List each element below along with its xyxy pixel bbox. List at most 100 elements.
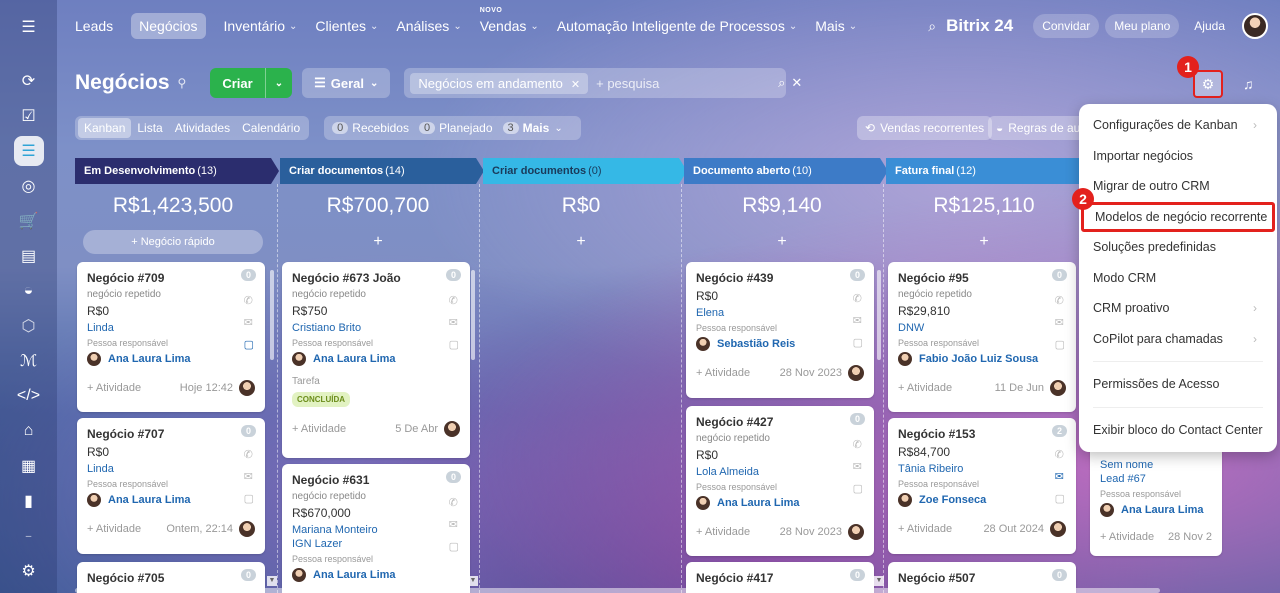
scroll-down-arrow[interactable]: ▼ bbox=[874, 576, 884, 586]
deal-card-707[interactable]: Negócio #707 0 ✆ ✉ ▢ R$0 Linda Pessoa resp… bbox=[77, 418, 265, 554]
column-scrollbar[interactable] bbox=[270, 270, 274, 360]
lead-card-67[interactable]: Sem nome Lead #67 Pessoa responsável Ana… bbox=[1090, 450, 1222, 556]
deal-card-631[interactable]: Negócio #631 0 ✆ ✉ ▢ negócio repetido R$67… bbox=[282, 464, 470, 593]
mail-icon[interactable]: ✉ bbox=[449, 312, 459, 334]
company-link[interactable]: IGN Lazer bbox=[292, 538, 460, 550]
menu-item-crm-mode[interactable]: Modo CRM bbox=[1079, 263, 1277, 294]
quick-deal-button[interactable]: + Negócio rápido bbox=[83, 230, 263, 254]
nav-sales[interactable]: NOVO Vendas ⌄ bbox=[480, 7, 539, 34]
add-activity-button[interactable]: + Atividade bbox=[1100, 531, 1154, 543]
responsible-person[interactable]: Sebastião Reis bbox=[696, 337, 864, 351]
chart-icon[interactable]: ▮ bbox=[14, 486, 44, 516]
crm-icon[interactable]: ⟳ bbox=[14, 66, 44, 96]
nav-deals[interactable]: Negócios bbox=[131, 13, 206, 39]
contact-link[interactable]: Mariana Monteiro bbox=[292, 524, 460, 536]
stats-icon[interactable]: ℳ bbox=[14, 346, 44, 376]
deal-card-439[interactable]: Negócio #439 0 ✆ ✉ ▢ R$0 Elena Pessoa resp… bbox=[686, 262, 874, 398]
chat-icon[interactable]: ▢ bbox=[1055, 334, 1065, 356]
settings-icon[interactable]: ⚙ bbox=[14, 556, 44, 586]
filter-tag[interactable]: Negócios em andamento ✕ bbox=[410, 72, 589, 94]
deal-card-95[interactable]: Negócio #95 0 ✆ ✉ ▢ negócio repetido R$29,… bbox=[888, 262, 1076, 412]
search-icon[interactable]: ⌕ bbox=[928, 18, 936, 35]
recurring-sales-button[interactable]: ⟲ Vendas recorrentes bbox=[857, 116, 993, 140]
responsible-person[interactable]: Ana Laura Lima bbox=[292, 568, 460, 582]
clear-icon[interactable]: ✕ bbox=[791, 75, 802, 91]
contact-link[interactable]: Linda bbox=[87, 463, 255, 475]
automation-rules-button[interactable]: ◒Regras de automação bbox=[988, 116, 1088, 140]
pin-icon[interactable]: ⚲ bbox=[178, 76, 187, 90]
nav-clients[interactable]: Clientes ⌄ bbox=[315, 18, 378, 34]
chat-icon[interactable]: ▢ bbox=[244, 488, 254, 510]
column-header[interactable]: Fatura final (12) bbox=[886, 158, 1090, 184]
add-activity-button[interactable]: + Atividade bbox=[898, 523, 952, 535]
responsible-person[interactable]: Ana Laura Lima bbox=[1100, 503, 1212, 517]
column-header[interactable]: Criar documentos (0) bbox=[483, 158, 687, 184]
lead-link[interactable]: Lead #67 bbox=[1100, 473, 1212, 485]
contact-card-icon[interactable]: ▤ bbox=[14, 241, 44, 271]
phone-icon[interactable]: ✆ bbox=[449, 492, 459, 514]
phone-icon[interactable]: ✆ bbox=[244, 290, 254, 312]
menu-item-access-permissions[interactable]: Permissões de Acesso bbox=[1079, 369, 1277, 400]
chat-icon[interactable]: ▢ bbox=[449, 536, 459, 558]
phone-icon[interactable]: ✆ bbox=[1055, 444, 1065, 466]
phone-icon[interactable]: ✆ bbox=[853, 288, 863, 310]
menu-item-migrate-crm[interactable]: Migrar de outro CRM bbox=[1079, 171, 1277, 202]
nav-automation[interactable]: Automação Inteligente de Processos ⌄ bbox=[557, 18, 797, 34]
code-icon[interactable]: </> bbox=[14, 381, 44, 411]
help-button[interactable]: Ajuda bbox=[1185, 14, 1234, 38]
phone-icon[interactable]: ✆ bbox=[1055, 290, 1065, 312]
menu-item-kanban-settings[interactable]: Configurações de Kanban › bbox=[1079, 110, 1277, 141]
add-deal-button[interactable]: + bbox=[288, 230, 468, 254]
horizontal-scrollbar[interactable] bbox=[75, 588, 1160, 593]
column-scrollbar[interactable] bbox=[877, 270, 881, 360]
mail-icon[interactable]: ✉ bbox=[853, 456, 863, 478]
bell-icon[interactable]: ♫ bbox=[1243, 76, 1254, 92]
menu-item-import-deals[interactable]: Importar negócios bbox=[1079, 141, 1277, 172]
company-link[interactable]: DNW bbox=[898, 322, 1066, 334]
view-kanban[interactable]: Kanban bbox=[78, 118, 132, 138]
mail-icon[interactable]: ✉ bbox=[1055, 466, 1065, 488]
responsible-person[interactable]: Ana Laura Lima bbox=[696, 496, 864, 510]
counter-more[interactable]: 3 Mais ⌄ bbox=[502, 121, 563, 135]
add-activity-button[interactable]: + Atividade bbox=[87, 523, 141, 535]
search-input[interactable] bbox=[596, 75, 773, 91]
create-button[interactable]: Criar ⌄ bbox=[210, 68, 293, 98]
funnel-icon[interactable]: ☰ bbox=[13, 136, 44, 166]
add-deal-button[interactable]: + bbox=[491, 230, 671, 254]
chat-icon[interactable]: ▢ bbox=[449, 334, 459, 356]
scroll-down-arrow[interactable]: ▼ bbox=[267, 576, 277, 586]
menu-item-copilot-calls[interactable]: CoPilot para chamadas › bbox=[1079, 324, 1277, 355]
add-deal-button[interactable]: + bbox=[692, 230, 872, 254]
add-activity-button[interactable]: + Atividade bbox=[292, 423, 346, 435]
view-list[interactable]: Lista bbox=[131, 118, 168, 138]
counter-planned[interactable]: 0 Planejado bbox=[418, 121, 493, 135]
mail-icon[interactable]: ✉ bbox=[244, 312, 254, 334]
menu-icon[interactable]: ☰ bbox=[14, 12, 44, 42]
robot-icon[interactable]: ◒ bbox=[14, 276, 44, 306]
responsible-person[interactable]: Ana Laura Lima bbox=[87, 352, 255, 366]
target-icon[interactable]: ◎ bbox=[14, 171, 44, 201]
chat-icon[interactable]: ▢ bbox=[1055, 488, 1065, 510]
contact-link[interactable]: Tânia Ribeiro bbox=[898, 463, 1066, 475]
menu-item-predefined-solutions[interactable]: Soluções predefinidas bbox=[1079, 232, 1277, 263]
contact-link[interactable]: Lola Almeida bbox=[696, 466, 864, 478]
cart-icon[interactable]: 🛒 bbox=[14, 206, 44, 236]
deal-card-153[interactable]: Negócio #153 2 ✆ ✉ ▢ R$84,700 Tânia Ribeir… bbox=[888, 418, 1076, 554]
view-calendar[interactable]: Calendário bbox=[236, 118, 306, 138]
responsible-person[interactable]: Ana Laura Lima bbox=[87, 493, 255, 507]
invite-button[interactable]: Convidar bbox=[1033, 14, 1100, 38]
deal-card-427[interactable]: Negócio #427 0 ✆ ✉ ▢ negócio repetido R$0 … bbox=[686, 406, 874, 556]
add-activity-button[interactable]: + Atividade bbox=[696, 526, 750, 538]
phone-icon[interactable]: ✆ bbox=[449, 290, 459, 312]
menu-item-contact-center-block[interactable]: Exibir bloco do Contact Center bbox=[1079, 415, 1277, 446]
nav-more[interactable]: Mais ⌄ bbox=[815, 18, 857, 34]
phone-icon[interactable]: ✆ bbox=[244, 444, 254, 466]
responsible-person[interactable]: Ana Laura Lima bbox=[292, 352, 460, 366]
contact-link[interactable]: Elena bbox=[696, 307, 864, 319]
chat-icon[interactable]: ▢ bbox=[244, 334, 254, 356]
chat-icon[interactable]: ▢ bbox=[853, 478, 863, 500]
mail-icon[interactable]: ✉ bbox=[853, 310, 863, 332]
add-activity-button[interactable]: + Atividade bbox=[696, 367, 750, 379]
cube-icon[interactable]: ⬡ bbox=[14, 311, 44, 341]
nav-leads[interactable]: Leads bbox=[75, 18, 113, 34]
